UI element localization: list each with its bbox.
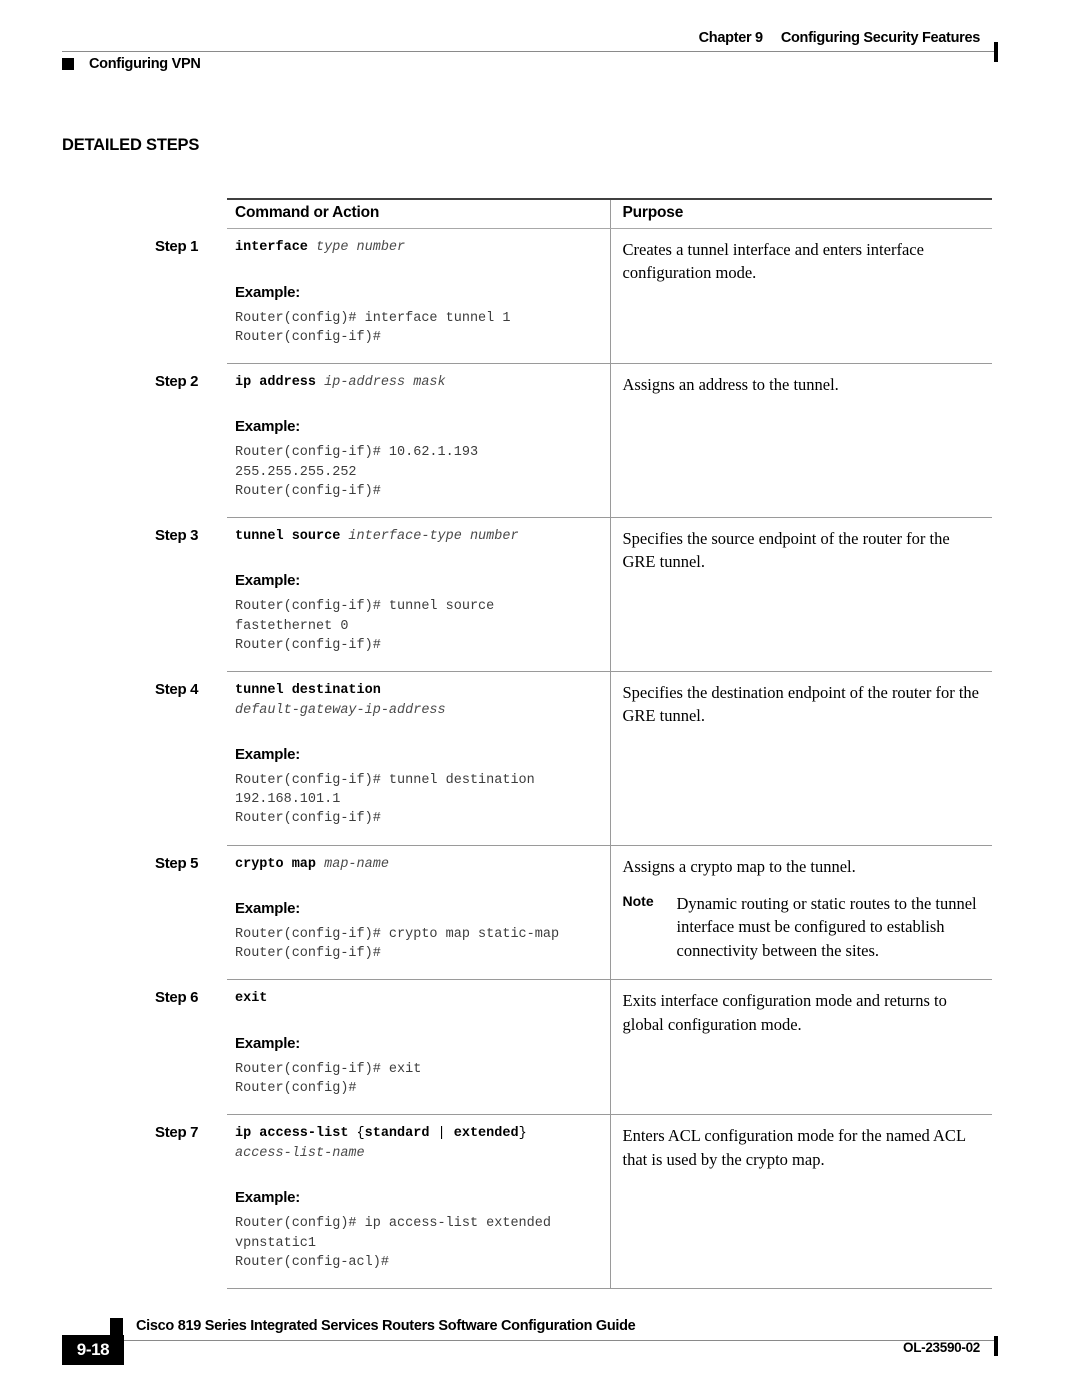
syntax-keyword: crypto map [235,856,317,872]
purpose-text: Specifies the destination endpoint of th… [622,682,979,726]
footer-doc-id: OL-23590-02 [903,1340,980,1355]
command-syntax: tunnel destination default-gateway-ip-add… [235,681,602,720]
step-label: Step 1 [155,238,199,255]
command-syntax: interface type number [235,238,602,258]
syntax-keyword: ip access-list [235,1126,349,1142]
header-chapter-info: Chapter 9 Configuring Security Features [698,30,981,46]
syntax-argument: default-gateway-ip-address [235,702,446,718]
example-label: Example: [235,572,301,590]
purpose-cell: Enters ACL configuration mode for the na… [609,1114,992,1289]
header-end-bar [994,42,998,62]
footer-end-bar [994,1336,998,1356]
syntax-option-standard: standard [364,1126,430,1142]
command-cell: Step 5 crypto map map-name Example: Rout… [155,845,610,981]
purpose-cell: Exits interface configuration mode and r… [609,979,992,1116]
purpose-text: Creates a tunnel interface and enters in… [622,240,924,283]
command-syntax: tunnel source interface-type number [235,527,602,547]
table-row: Step 5 crypto map map-name Example: Rout… [155,845,992,981]
header-chapter-number: Chapter 9 [698,30,763,46]
example-code: Router(config-if)# tunnel source fasteth… [235,599,495,653]
syntax-argument: ip-address mask [316,374,446,390]
note-block: Note Dynamic routing or static routes to… [623,892,985,962]
example-code: Router(config-if)# crypto map static-map… [235,927,560,962]
syntax-brace-close: } [518,1126,527,1142]
command-syntax: crypto map map-name [235,855,602,875]
syntax-keyword: tunnel destination [235,682,381,698]
header-chapter-title: Configuring Security Features [780,30,980,46]
purpose-text: Assigns an address to the tunnel. [622,374,839,394]
column-header-purpose: Purpose [609,198,992,229]
footer-rule [62,1340,998,1342]
example-label: Example: [235,900,301,918]
purpose-cell: Assigns a crypto map to the tunnel. Note… [609,845,992,981]
example-code: Router(config-if)# exit Router(config)# [235,1061,422,1097]
syntax-brace-open: { [348,1126,365,1142]
table-row: Step 2 ip address ip-address mask Exampl… [155,363,992,518]
syntax-argument: access-list-name [235,1145,365,1161]
header-section-title: Configuring VPN [89,56,201,72]
example-label: Example: [235,418,301,436]
table-row: Step 6 exit Example: Router(config-if)# … [155,979,992,1116]
header-rule [62,51,998,53]
square-marker-icon [62,58,74,70]
step-label: Step 2 [155,372,199,390]
command-cell: Step 4 tunnel destination default-gateway… [155,671,610,846]
command-cell: Step 7 ip access-list {standard | extend… [155,1114,610,1289]
command-cell: Step 3 tunnel source interface-type numb… [155,517,610,672]
purpose-text: Enters ACL configuration mode for the na… [622,1126,966,1169]
example-code: Router(config-if)# tunnel destination 19… [235,773,535,827]
purpose-cell: Creates a tunnel interface and enters in… [609,228,992,364]
command-syntax: ip address ip-address mask [235,373,602,393]
syntax-option-extended: extended [453,1126,519,1142]
syntax-argument: map-name [316,856,389,872]
command-syntax: exit [235,989,602,1009]
syntax-pipe: | [429,1126,454,1142]
page-number: 9-18 [62,1335,124,1365]
step-label: Step 5 [155,854,199,872]
step-label: Step 3 [155,526,199,544]
purpose-cell: Specifies the source endpoint of the rou… [609,517,992,672]
example-label: Example: [235,283,301,301]
syntax-keyword: interface [235,240,308,255]
table-row: Step 4 tunnel destination default-gateway… [155,671,992,846]
syntax-keyword: exit [235,991,268,1007]
example-label: Example: [235,1189,301,1207]
example-label: Example: [235,746,301,764]
command-syntax: ip access-list {standard | extended} acce… [235,1124,602,1163]
footer-doc-title: Cisco 819 Series Integrated Services Rou… [136,1318,636,1334]
syntax-keyword: tunnel source [235,528,341,544]
example-label: Example: [235,1034,301,1052]
note-text: Dynamic routing or static routes to the … [676,893,977,960]
column-header-command: Command or Action [227,198,610,229]
header-section-info: Configuring VPN [62,56,201,72]
table-header-row: Command or Action Purpose [227,198,992,229]
command-cell: Step 2 ip address ip-address mask Exampl… [155,363,610,518]
example-code: Router(config)# interface tunnel 1 Route… [235,310,511,345]
page-title: DETAILED STEPS [62,136,200,154]
purpose-text: Specifies the source endpoint of the rou… [622,528,950,572]
syntax-argument: interface-type number [340,528,519,544]
detailed-steps-table: Command or Action Purpose Step 1 interfa… [155,198,992,1289]
example-code: Router(config-if)# 10.62.1.193 255.255.2… [235,445,479,499]
table-row: Step 7 ip access-list {standard | extend… [155,1114,992,1289]
page-header: Chapter 9 Configuring Security Features … [62,30,998,86]
step-label: Step 4 [155,680,199,698]
step-label: Step 7 [155,1124,199,1142]
example-code: Router(config)# ip access-list extended … [235,1216,551,1270]
purpose-cell: Assigns an address to the tunnel. [609,363,992,518]
square-marker-icon [110,1318,123,1335]
page-footer: Cisco 819 Series Integrated Services Rou… [62,1318,998,1378]
command-cell: Step 6 exit Example: Router(config-if)# … [155,979,610,1116]
purpose-cell: Specifies the destination endpoint of th… [609,671,992,846]
table-row: Step 1 interface type number Example: Ro… [155,228,992,364]
syntax-keyword: ip address [235,374,317,390]
step-label: Step 6 [155,989,199,1007]
syntax-argument: type number [307,240,406,255]
table-row: Step 3 tunnel source interface-type numb… [155,517,992,672]
table-body: Step 1 interface type number Example: Ro… [155,228,992,1289]
note-label: Note [622,892,654,909]
purpose-text: Exits interface configuration mode and r… [622,991,947,1034]
command-cell: Step 1 interface type number Example: Ro… [155,228,610,364]
purpose-text: Assigns a crypto map to the tunnel. [622,856,856,876]
